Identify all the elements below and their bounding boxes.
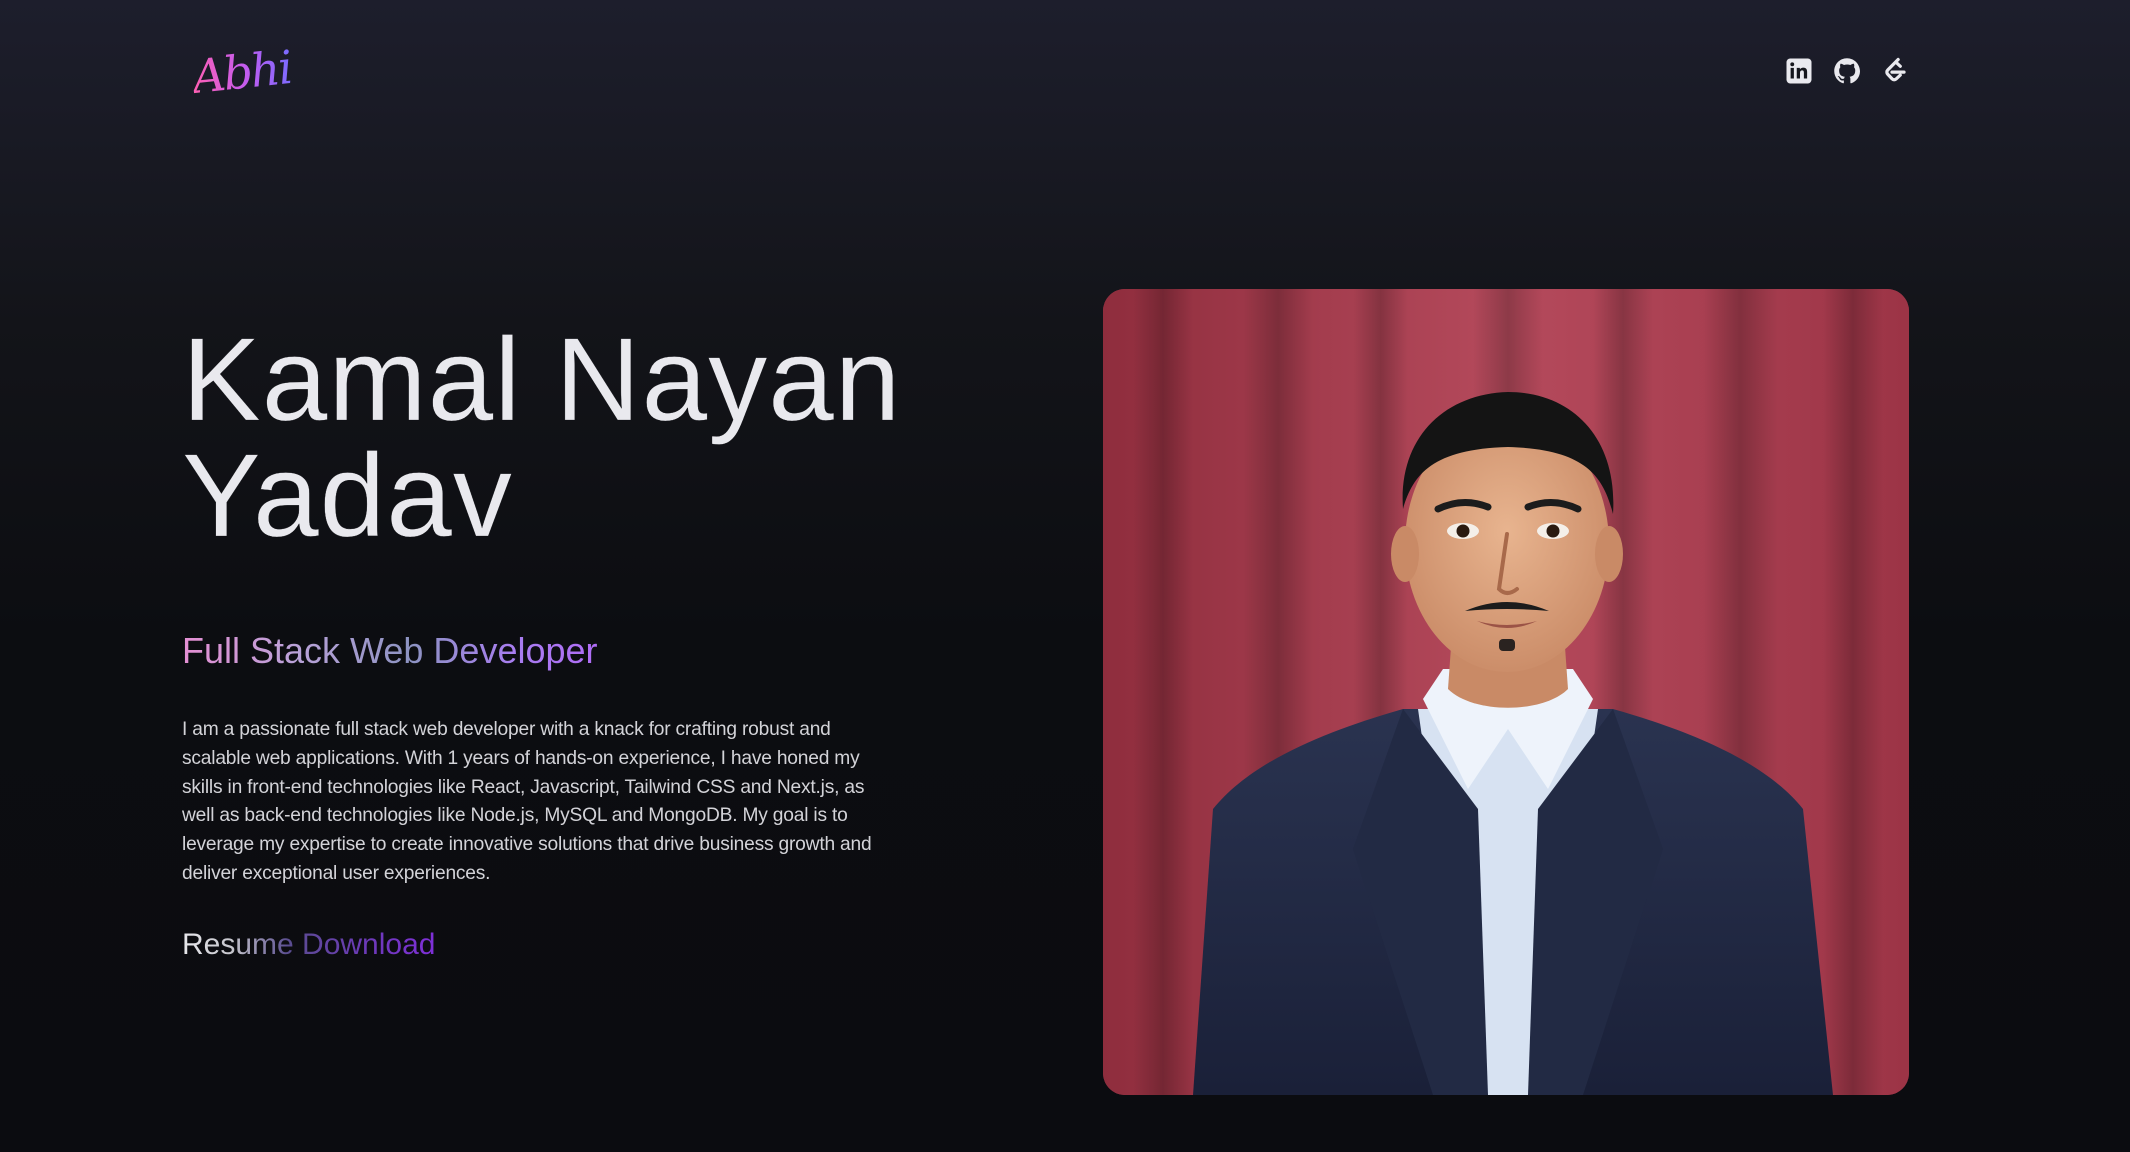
navbar: Abhi xyxy=(0,0,2130,150)
hero-role: Full Stack Web Developer xyxy=(182,630,598,671)
logo-text: Abhi xyxy=(188,39,294,105)
leetcode-icon xyxy=(1885,57,1906,82)
resume-download-link[interactable]: Resume Download xyxy=(182,928,435,962)
leetcode-link[interactable] xyxy=(1880,56,1910,86)
hero-bio: I am a passionate full stack web develop… xyxy=(182,719,872,884)
linkedin-icon xyxy=(1786,58,1812,84)
hero-name-line2: Yadav xyxy=(182,430,513,562)
hero-name-line1: Kamal Nayan xyxy=(182,314,902,446)
github-icon xyxy=(1834,58,1860,84)
linkedin-link[interactable] xyxy=(1784,56,1814,86)
site-logo[interactable]: Abhi xyxy=(189,36,293,108)
github-link[interactable] xyxy=(1832,56,1862,86)
profile-photo-illustration xyxy=(1103,289,1909,1095)
social-links xyxy=(1784,56,1910,86)
hero-name: Kamal Nayan Yadav xyxy=(182,314,982,562)
profile-photo xyxy=(1103,289,1909,1095)
